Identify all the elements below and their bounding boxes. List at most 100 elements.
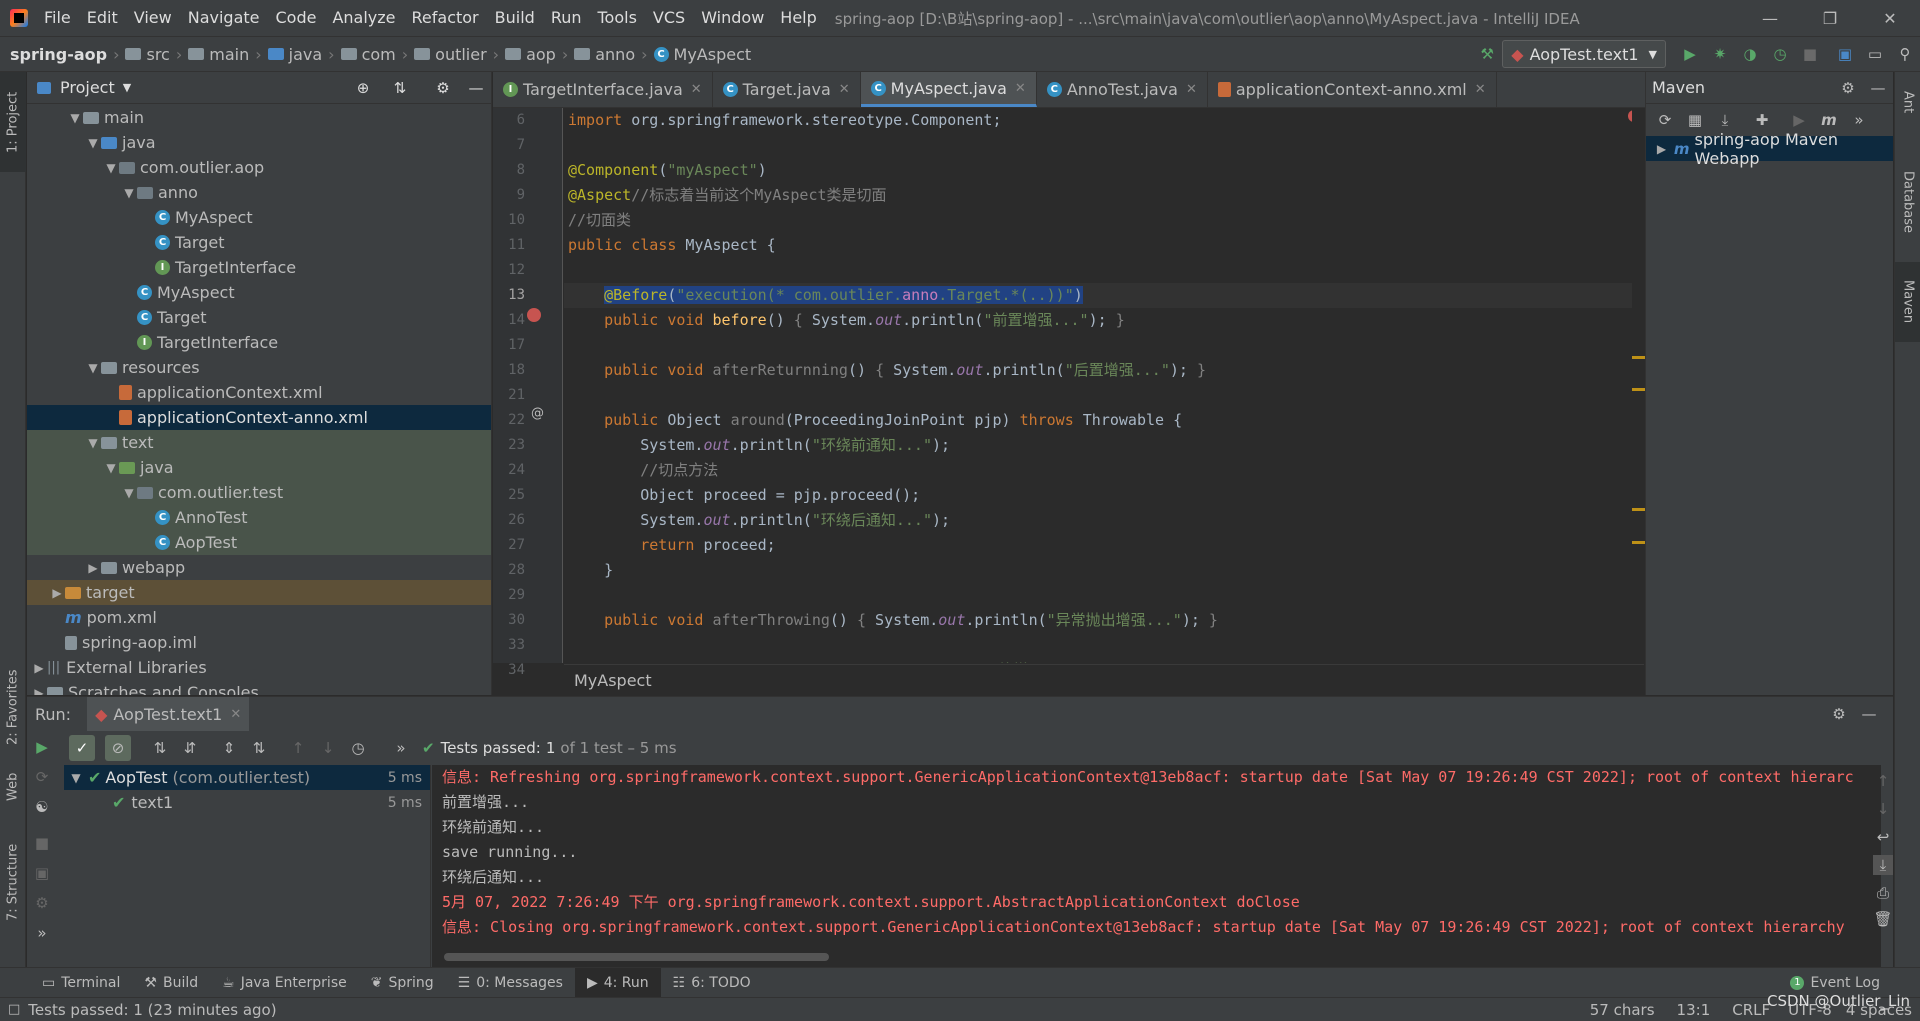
rerun-icon[interactable]: ▶ [32, 737, 52, 757]
hide-panel-icon[interactable]: — [1859, 704, 1879, 724]
download-icon[interactable]: ⤓ [1715, 110, 1735, 130]
editor-tab[interactable]: C Target.java ✕ [713, 72, 861, 107]
expand-icon[interactable]: ▼ [121, 486, 137, 500]
console-hscrollbar[interactable] [444, 953, 829, 961]
menu-item-navigate[interactable]: Navigate [180, 0, 268, 36]
close-icon[interactable]: ✕ [230, 707, 241, 722]
close-icon[interactable]: ✕ [1015, 81, 1026, 96]
chevron-down-icon[interactable]: ▼ [123, 81, 131, 94]
tree-node[interactable]: C AopTest [27, 530, 491, 555]
scroll-up-icon[interactable]: ↑ [1873, 771, 1893, 791]
ant-tool-tab[interactable]: Ant [1895, 72, 1920, 132]
breadcrumb-item[interactable]: › aop [487, 45, 556, 64]
history-icon[interactable]: ◷ [348, 738, 368, 758]
run-goal-icon[interactable]: ▶ [1789, 110, 1809, 130]
expand-icon[interactable]: ▶ [1654, 142, 1669, 156]
stop-icon[interactable]: ■ [1800, 44, 1820, 64]
more-icon[interactable]: » [391, 738, 411, 758]
prev-failed-icon[interactable]: ↑ [288, 738, 308, 758]
expand-icon[interactable]: ▶ [49, 586, 65, 600]
bottom-tab[interactable]: ☕ Java Enterprise [210, 968, 359, 998]
editor-scrollbar[interactable] [1632, 108, 1646, 663]
project-structure-icon[interactable]: ▣ [1835, 44, 1855, 64]
breadcrumb-item[interactable]: › anno [556, 45, 635, 64]
breakpoint-icon[interactable] [527, 308, 541, 322]
menu-item-edit[interactable]: Edit [79, 0, 126, 36]
expand-icon[interactable]: ▶ [31, 686, 47, 696]
tree-node[interactable]: ▼ com.outlier.test [27, 480, 491, 505]
editor-tab[interactable]: applicationContext-anno.xml ✕ [1208, 72, 1497, 107]
close-icon[interactable]: ✕ [839, 82, 850, 97]
show-ignored-icon[interactable]: ⊘ [105, 735, 131, 761]
menu-item-file[interactable]: File [36, 0, 79, 36]
database-tool-tab[interactable]: Database [1895, 152, 1920, 252]
add-icon[interactable]: ✚ [1752, 110, 1772, 130]
tree-node[interactable]: ▼ resources [27, 355, 491, 380]
warning-mark[interactable] [1632, 388, 1646, 391]
scroll-down-icon[interactable]: ↓ [1873, 799, 1893, 819]
rerun-failed-icon[interactable]: ⟳ [32, 767, 52, 787]
tree-node[interactable]: ▶ ||| External Libraries [27, 655, 491, 680]
tree-node[interactable]: applicationContext-anno.xml [27, 405, 491, 430]
run-configuration-select[interactable]: ◆ AopTest.text1 ▼ [1502, 40, 1666, 68]
tree-node[interactable]: ▼ anno [27, 180, 491, 205]
tree-node[interactable]: ▼ com.outlier.aop [27, 155, 491, 180]
tree-node[interactable]: ▼ main [27, 105, 491, 130]
tree-node[interactable]: m pom.xml [27, 605, 491, 630]
breadcrumb-item[interactable]: › main [170, 45, 249, 64]
menu-item-help[interactable]: Help [772, 0, 824, 36]
expand-all-icon[interactable]: ⇕ [219, 738, 239, 758]
code-editor[interactable]: import org.springframework.stereotype.Co… [564, 108, 1632, 663]
expand-icon[interactable]: ▼ [121, 186, 137, 200]
expand-icon[interactable]: ▼ [67, 111, 83, 125]
status-layout-icon[interactable]: □ [8, 1002, 20, 1017]
close-icon[interactable]: ✕ [1186, 82, 1197, 97]
menu-item-code[interactable]: Code [268, 0, 325, 36]
expand-icon[interactable]: ▼ [85, 436, 101, 450]
tree-node[interactable]: C AnnoTest [27, 505, 491, 530]
expand-icon[interactable]: ▼ [103, 161, 119, 175]
expand-icon[interactable]: ▼ [85, 361, 101, 375]
hide-panel-icon[interactable]: — [466, 78, 486, 98]
menu-item-refactor[interactable]: Refactor [404, 0, 487, 36]
maven-tool-tab[interactable]: Maven [1895, 262, 1920, 342]
expand-icon[interactable]: ▶ [85, 561, 101, 575]
gear-icon[interactable]: ⚙ [433, 78, 453, 98]
close-icon[interactable]: ✕ [1475, 82, 1486, 97]
bottom-tab[interactable]: ▭ Terminal [30, 968, 132, 998]
show-passed-icon[interactable]: ✓ [69, 735, 95, 761]
expand-icon[interactable]: ▼ [85, 136, 101, 150]
toggle-autotest-icon[interactable]: ☯ [32, 797, 52, 817]
menu-item-analyze[interactable]: Analyze [324, 0, 403, 36]
menu-item-view[interactable]: View [126, 0, 180, 36]
breadcrumb-item[interactable]: › src [107, 45, 170, 64]
soft-wrap-icon[interactable]: ↩ [1873, 827, 1893, 847]
generate-sources-icon[interactable]: ▦ [1685, 110, 1705, 130]
tree-node[interactable]: ▼ java [27, 130, 491, 155]
tree-node[interactable]: I TargetInterface [27, 330, 491, 355]
tree-node[interactable]: ▼ text [27, 430, 491, 455]
bottom-tab[interactable]: ☷ 6: TODO [661, 968, 763, 998]
print-icon[interactable]: ⎙ [1873, 883, 1893, 903]
tree-node[interactable]: spring-aop.iml [27, 630, 491, 655]
build-hammer-icon[interactable]: ⚒ [1477, 44, 1497, 64]
editor-tab[interactable]: C MyAspect.java ✕ [860, 72, 1037, 107]
menu-item-build[interactable]: Build [487, 0, 543, 36]
tree-node[interactable]: ▶ target [27, 580, 491, 605]
search-icon[interactable]: ⚲ [1895, 44, 1915, 64]
expand-icon[interactable]: ▶ [31, 661, 47, 675]
breadcrumb-item[interactable]: › outlier [396, 45, 487, 64]
coverage-icon[interactable]: ◑ [1740, 44, 1760, 64]
expand-icon[interactable]: ▼ [103, 461, 119, 475]
project-tool-tab[interactable]: 1: Project [0, 72, 26, 172]
tree-node[interactable]: I TargetInterface [27, 255, 491, 280]
editor-breadcrumb-item[interactable]: MyAspect [574, 671, 652, 690]
layout-icon[interactable]: ▭ [1865, 44, 1885, 64]
stop-icon[interactable]: ■ [32, 833, 52, 853]
next-failed-icon[interactable]: ↓ [318, 738, 338, 758]
warning-mark[interactable] [1632, 508, 1646, 511]
line-separator[interactable]: CRLF [1732, 1001, 1770, 1019]
menu-item-run[interactable]: Run [543, 0, 590, 36]
collapse-all-icon[interactable]: ⇅ [249, 738, 269, 758]
bottom-tab[interactable]: ▶ 4: Run [574, 967, 661, 998]
